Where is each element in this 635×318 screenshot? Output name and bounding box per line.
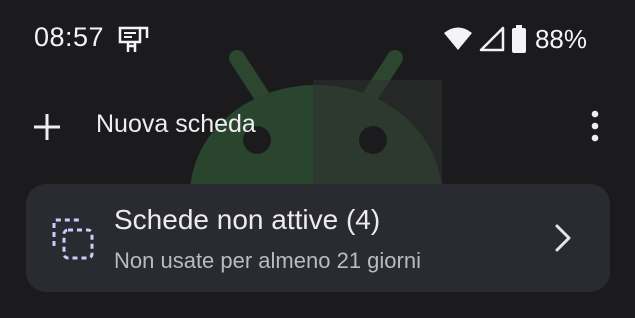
status-bar: 08:57 88% — [0, 0, 635, 78]
status-time: 08:57 — [34, 22, 105, 52]
inactive-tabs-title: Schede non attive (4) — [114, 204, 381, 235]
wifi-icon — [443, 27, 472, 50]
inactive-tabs-icon — [52, 218, 94, 260]
plus-icon[interactable] — [30, 110, 64, 144]
chevron-right-icon — [555, 224, 571, 252]
more-vert-icon[interactable] — [580, 108, 610, 144]
battery-percent: 88% — [534, 23, 587, 54]
battery-icon — [511, 25, 526, 53]
status-icons: 88% — [443, 22, 587, 56]
notification-icon — [118, 26, 149, 52]
cellular-signal-icon — [479, 26, 505, 52]
new-tab-button[interactable]: Nuova scheda — [96, 110, 256, 139]
screen: android 08:57 88% — [0, 0, 635, 318]
tab-switcher-toolbar: Nuova scheda — [0, 98, 635, 154]
inactive-tabs-subtitle: Non usate per almeno 21 giorni — [114, 248, 421, 273]
inactive-tabs-card[interactable]: Schede non attive (4) Non usate per alme… — [26, 184, 610, 292]
